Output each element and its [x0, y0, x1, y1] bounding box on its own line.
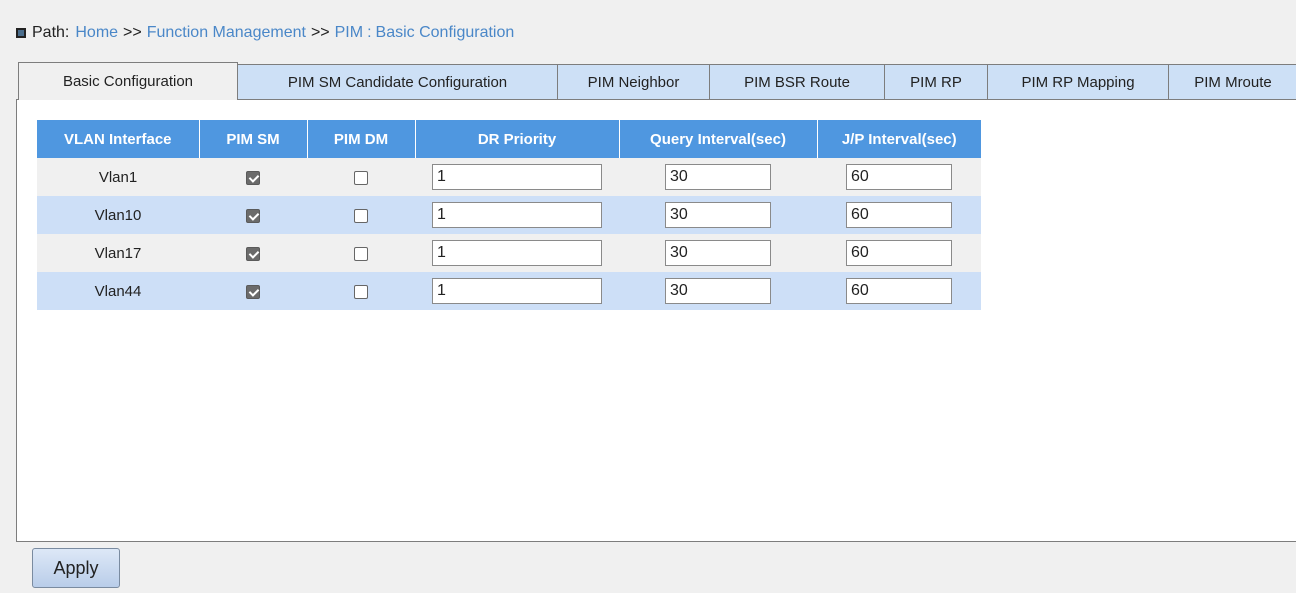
jp-interval-input[interactable]	[846, 164, 952, 190]
breadcrumb-pim[interactable]: PIM	[335, 24, 363, 42]
tab-bar: Basic Configuration PIM SM Candidate Con…	[18, 62, 1296, 100]
dr-priority-input[interactable]	[432, 164, 602, 190]
breadcrumb-separator: >>	[310, 24, 330, 41]
query-interval-input[interactable]	[665, 278, 771, 304]
table-row: Vlan44	[37, 272, 981, 310]
pim-interface-table: VLAN Interface PIM SM PIM DM DR Priority…	[37, 120, 981, 310]
pim-sm-checkbox[interactable]	[246, 284, 260, 299]
dr-priority-input[interactable]	[432, 278, 602, 304]
breadcrumb: Path: Home >> Function Management >> PIM…	[16, 22, 514, 44]
breadcrumb-current: Basic Configuration	[375, 24, 515, 41]
vlan-name: Vlan1	[37, 158, 199, 196]
breadcrumb-function-management[interactable]: Function Management	[147, 24, 306, 42]
tab-pim-bsr-route[interactable]: PIM BSR Route	[709, 64, 885, 100]
header-pim-sm: PIM SM	[199, 120, 308, 158]
table-header-row: VLAN Interface PIM SM PIM DM DR Priority…	[37, 120, 981, 158]
header-jp-interval: J/P Interval(sec)	[817, 120, 981, 158]
breadcrumb-label: Path:	[32, 24, 70, 41]
vlan-name: Vlan10	[37, 196, 199, 234]
tab-basic-configuration[interactable]: Basic Configuration	[18, 62, 238, 100]
tab-pim-neighbor[interactable]: PIM Neighbor	[557, 64, 710, 100]
jp-interval-input[interactable]	[846, 202, 952, 228]
pim-dm-checkbox[interactable]	[354, 208, 368, 223]
vlan-name: Vlan17	[37, 234, 199, 272]
dr-priority-input[interactable]	[432, 202, 602, 228]
apply-button[interactable]: Apply	[32, 548, 120, 588]
header-pim-dm: PIM DM	[307, 120, 416, 158]
pim-sm-checkbox[interactable]	[246, 170, 260, 185]
table-row: Vlan17	[37, 234, 981, 272]
pim-sm-checkbox[interactable]	[246, 208, 260, 223]
square-bullet-icon	[16, 28, 26, 38]
tab-pim-mroute[interactable]: PIM Mroute	[1168, 64, 1296, 100]
breadcrumb-separator: >>	[123, 24, 142, 41]
header-query-interval: Query Interval(sec)	[619, 120, 818, 158]
breadcrumb-home[interactable]: Home	[75, 24, 118, 42]
tab-pim-rp-mapping[interactable]: PIM RP Mapping	[987, 64, 1169, 100]
table-row: Vlan10	[37, 196, 981, 234]
tab-pim-sm-candidate-configuration[interactable]: PIM SM Candidate Configuration	[237, 64, 558, 100]
pim-sm-checkbox[interactable]	[246, 246, 260, 261]
header-vlan-interface: VLAN Interface	[37, 120, 200, 158]
vlan-name: Vlan44	[37, 272, 199, 310]
query-interval-input[interactable]	[665, 164, 771, 190]
breadcrumb-current-separator: :	[367, 24, 372, 41]
pim-dm-checkbox[interactable]	[354, 284, 368, 299]
tab-pim-rp[interactable]: PIM RP	[884, 64, 988, 100]
dr-priority-input[interactable]	[432, 240, 602, 266]
jp-interval-input[interactable]	[846, 278, 952, 304]
pim-dm-checkbox[interactable]	[354, 170, 368, 185]
table-row: Vlan1	[37, 158, 981, 196]
jp-interval-input[interactable]	[846, 240, 952, 266]
pim-dm-checkbox[interactable]	[354, 246, 368, 261]
query-interval-input[interactable]	[665, 240, 771, 266]
header-dr-priority: DR Priority	[415, 120, 620, 158]
content-panel: VLAN Interface PIM SM PIM DM DR Priority…	[16, 99, 1296, 542]
query-interval-input[interactable]	[665, 202, 771, 228]
